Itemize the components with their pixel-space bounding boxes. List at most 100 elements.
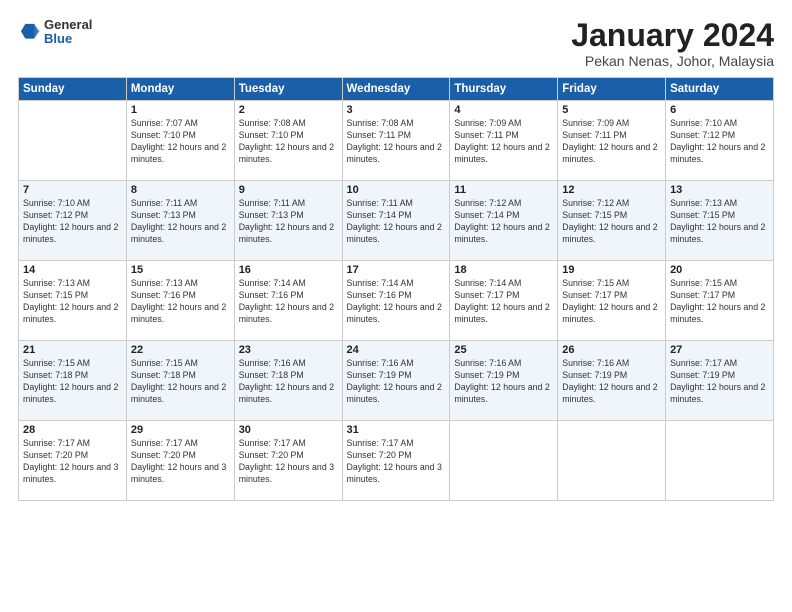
table-row: 17 Sunrise: 7:14 AMSunset: 7:16 PMDayligh… (342, 261, 450, 341)
day-detail: Sunrise: 7:10 AMSunset: 7:12 PMDaylight:… (670, 118, 769, 166)
day-number: 15 (131, 264, 230, 276)
day-number: 21 (23, 344, 122, 356)
table-row: 13 Sunrise: 7:13 AMSunset: 7:15 PMDayligh… (666, 181, 774, 261)
day-number: 26 (562, 344, 661, 356)
day-number: 3 (347, 104, 446, 116)
day-detail: Sunrise: 7:08 AMSunset: 7:10 PMDaylight:… (239, 118, 338, 166)
table-row: 16 Sunrise: 7:14 AMSunset: 7:16 PMDayligh… (234, 261, 342, 341)
table-row (450, 421, 558, 501)
day-detail: Sunrise: 7:11 AMSunset: 7:13 PMDaylight:… (239, 198, 338, 246)
day-detail: Sunrise: 7:16 AMSunset: 7:18 PMDaylight:… (239, 358, 338, 406)
calendar-week-row: 7Sunrise: 7:10 AMSunset: 7:12 PMDaylight… (19, 181, 774, 261)
day-detail: Sunrise: 7:16 AMSunset: 7:19 PMDaylight:… (454, 358, 553, 406)
logo-general: General (44, 18, 92, 32)
col-wednesday: Wednesday (342, 78, 450, 101)
header: General Blue January 2024 Pekan Nenas, J… (18, 18, 774, 69)
table-row: 8 Sunrise: 7:11 AMSunset: 7:13 PMDaylight… (126, 181, 234, 261)
day-number: 29 (131, 424, 230, 436)
day-detail: Sunrise: 7:14 AMSunset: 7:16 PMDaylight:… (347, 278, 446, 326)
day-number: 8 (131, 184, 230, 196)
table-row: 31Sunrise: 7:17 AMSunset: 7:20 PMDayligh… (342, 421, 450, 501)
table-row: 11 Sunrise: 7:12 AMSunset: 7:14 PMDayligh… (450, 181, 558, 261)
day-number: 16 (239, 264, 338, 276)
day-detail: Sunrise: 7:16 AMSunset: 7:19 PMDaylight:… (347, 358, 446, 406)
day-detail: Sunrise: 7:13 AMSunset: 7:16 PMDaylight:… (131, 278, 230, 326)
day-detail: Sunrise: 7:16 AMSunset: 7:19 PMDaylight:… (562, 358, 661, 406)
calendar-week-row: 28Sunrise: 7:17 AMSunset: 7:20 PMDayligh… (19, 421, 774, 501)
day-number: 1 (131, 104, 230, 116)
title-block: January 2024 Pekan Nenas, Johor, Malaysi… (571, 18, 774, 69)
table-row: 30 Sunrise: 7:17 AMSunset: 7:20 PMDayligh… (234, 421, 342, 501)
table-row: 3 Sunrise: 7:08 AMSunset: 7:11 PMDaylight… (342, 101, 450, 181)
table-row: 27 Sunrise: 7:17 AMSunset: 7:19 PMDayligh… (666, 341, 774, 421)
day-number: 24 (347, 344, 446, 356)
table-row: 28Sunrise: 7:17 AMSunset: 7:20 PMDayligh… (19, 421, 127, 501)
day-number: 25 (454, 344, 553, 356)
day-detail: Sunrise: 7:12 AMSunset: 7:15 PMDaylight:… (562, 198, 661, 246)
day-detail: Sunrise: 7:17 AMSunset: 7:20 PMDaylight:… (23, 438, 122, 486)
table-row: 26 Sunrise: 7:16 AMSunset: 7:19 PMDayligh… (558, 341, 666, 421)
col-thursday: Thursday (450, 78, 558, 101)
day-detail: Sunrise: 7:15 AMSunset: 7:17 PMDaylight:… (562, 278, 661, 326)
table-row: 7Sunrise: 7:10 AMSunset: 7:12 PMDaylight… (19, 181, 127, 261)
day-number: 13 (670, 184, 769, 196)
calendar-week-row: 21 Sunrise: 7:15 AMSunset: 7:18 PMDayligh… (19, 341, 774, 421)
calendar-week-row: 1Sunrise: 7:07 AMSunset: 7:10 PMDaylight… (19, 101, 774, 181)
day-detail: Sunrise: 7:12 AMSunset: 7:14 PMDaylight:… (454, 198, 553, 246)
table-row: 20Sunrise: 7:15 AMSunset: 7:17 PMDayligh… (666, 261, 774, 341)
day-number: 18 (454, 264, 553, 276)
table-row: 25 Sunrise: 7:16 AMSunset: 7:19 PMDayligh… (450, 341, 558, 421)
day-number: 4 (454, 104, 553, 116)
col-friday: Friday (558, 78, 666, 101)
col-saturday: Saturday (666, 78, 774, 101)
header-row: Sunday Monday Tuesday Wednesday Thursday… (19, 78, 774, 101)
title-location: Pekan Nenas, Johor, Malaysia (571, 53, 774, 69)
table-row (558, 421, 666, 501)
logo-icon (18, 21, 40, 43)
logo: General Blue (18, 18, 92, 47)
day-detail: Sunrise: 7:17 AMSunset: 7:20 PMDaylight:… (239, 438, 338, 486)
table-row: 12 Sunrise: 7:12 AMSunset: 7:15 PMDayligh… (558, 181, 666, 261)
day-detail: Sunrise: 7:14 AMSunset: 7:16 PMDaylight:… (239, 278, 338, 326)
table-row: 6Sunrise: 7:10 AMSunset: 7:12 PMDaylight… (666, 101, 774, 181)
day-number: 14 (23, 264, 122, 276)
day-detail: Sunrise: 7:10 AMSunset: 7:12 PMDaylight:… (23, 198, 122, 246)
day-detail: Sunrise: 7:11 AMSunset: 7:14 PMDaylight:… (347, 198, 446, 246)
day-number: 5 (562, 104, 661, 116)
day-number: 17 (347, 264, 446, 276)
day-detail: Sunrise: 7:09 AMSunset: 7:11 PMDaylight:… (562, 118, 661, 166)
table-row: 4 Sunrise: 7:09 AMSunset: 7:11 PMDaylight… (450, 101, 558, 181)
day-detail: Sunrise: 7:11 AMSunset: 7:13 PMDaylight:… (131, 198, 230, 246)
calendar-table: Sunday Monday Tuesday Wednesday Thursday… (18, 77, 774, 501)
table-row: 2Sunrise: 7:08 AMSunset: 7:10 PMDaylight… (234, 101, 342, 181)
day-detail: Sunrise: 7:14 AMSunset: 7:17 PMDaylight:… (454, 278, 553, 326)
table-row: 18 Sunrise: 7:14 AMSunset: 7:17 PMDayligh… (450, 261, 558, 341)
day-detail: Sunrise: 7:15 AMSunset: 7:18 PMDaylight:… (23, 358, 122, 406)
table-row: 1Sunrise: 7:07 AMSunset: 7:10 PMDaylight… (126, 101, 234, 181)
day-detail: Sunrise: 7:13 AMSunset: 7:15 PMDaylight:… (670, 198, 769, 246)
day-detail: Sunrise: 7:09 AMSunset: 7:11 PMDaylight:… (454, 118, 553, 166)
table-row (666, 421, 774, 501)
day-number: 27 (670, 344, 769, 356)
day-detail: Sunrise: 7:13 AMSunset: 7:15 PMDaylight:… (23, 278, 122, 326)
table-row: 14 Sunrise: 7:13 AMSunset: 7:15 PMDayligh… (19, 261, 127, 341)
day-number: 10 (347, 184, 446, 196)
table-row: 23 Sunrise: 7:16 AMSunset: 7:18 PMDayligh… (234, 341, 342, 421)
day-number: 30 (239, 424, 338, 436)
day-detail: Sunrise: 7:15 AMSunset: 7:18 PMDaylight:… (131, 358, 230, 406)
day-number: 12 (562, 184, 661, 196)
day-detail: Sunrise: 7:15 AMSunset: 7:17 PMDaylight:… (670, 278, 769, 326)
day-number: 23 (239, 344, 338, 356)
day-number: 11 (454, 184, 553, 196)
day-detail: Sunrise: 7:17 AMSunset: 7:19 PMDaylight:… (670, 358, 769, 406)
table-row: 15 Sunrise: 7:13 AMSunset: 7:16 PMDayligh… (126, 261, 234, 341)
day-number: 31 (347, 424, 446, 436)
day-number: 22 (131, 344, 230, 356)
table-row: 22 Sunrise: 7:15 AMSunset: 7:18 PMDayligh… (126, 341, 234, 421)
day-detail: Sunrise: 7:08 AMSunset: 7:11 PMDaylight:… (347, 118, 446, 166)
table-row: 24 Sunrise: 7:16 AMSunset: 7:19 PMDayligh… (342, 341, 450, 421)
table-row: 10 Sunrise: 7:11 AMSunset: 7:14 PMDayligh… (342, 181, 450, 261)
table-row: 5 Sunrise: 7:09 AMSunset: 7:11 PMDaylight… (558, 101, 666, 181)
page: General Blue January 2024 Pekan Nenas, J… (0, 0, 792, 612)
logo-text: General Blue (44, 18, 92, 47)
